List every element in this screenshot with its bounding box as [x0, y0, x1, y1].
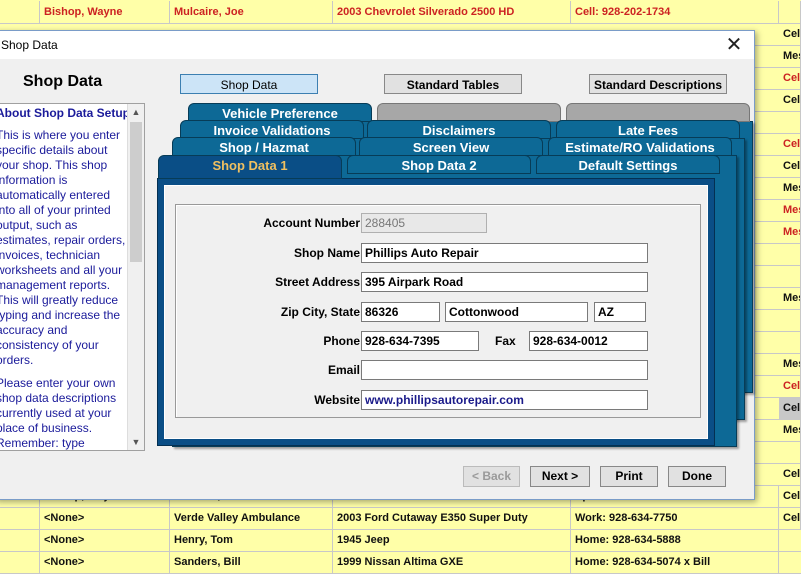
tab-shop-hazmat[interactable]: Shop / Hazmat	[172, 137, 356, 156]
table-cell	[779, 265, 801, 287]
table-cell: 2003 Ford Cutaway E350 Super Duty	[333, 507, 571, 529]
table-cell	[779, 243, 801, 265]
next-button[interactable]: Next >	[530, 466, 590, 487]
fax-label: Fax	[495, 334, 516, 348]
city-field[interactable]: Cottonwood	[445, 302, 588, 322]
shop-name-label: Shop Name	[293, 246, 360, 260]
table-cell: <None>	[40, 551, 170, 573]
help-pane: Shop Data About Shop Data Setup 1 This i…	[0, 59, 149, 499]
table-row[interactable]: Bishop, Wayne Mulcaire, Joe 2003 Chevrol…	[0, 1, 801, 24]
shop-name-field[interactable]: Phillips Auto Repair	[361, 243, 648, 263]
tab-shop-data-2[interactable]: Shop Data 2	[347, 155, 531, 174]
standard-tables-button[interactable]: Standard Tables	[384, 74, 522, 94]
done-button[interactable]: Done	[668, 466, 726, 487]
website-label: Website	[314, 393, 360, 407]
help-paragraph: This is where you enter specific details…	[0, 128, 126, 367]
help-paragraph: Please enter your own shop data descript…	[0, 376, 117, 450]
fax-field[interactable]: 928-634-0012	[529, 331, 648, 351]
table-cell	[0, 1, 40, 23]
table-cell	[0, 551, 40, 573]
table-row[interactable]: <None> Henry, Tom 1945 Jeep Home: 928-63…	[0, 529, 801, 552]
table-cell: Home: 928-634-5074 x Bill	[571, 551, 779, 573]
table-cell: Cel	[779, 23, 801, 45]
table-cell: Cel	[779, 133, 801, 155]
table-cell: Cel	[779, 155, 801, 177]
table-cell: Mulcaire, Joe	[170, 1, 333, 23]
help-text: This is where you enter specific details…	[0, 128, 128, 450]
table-cell: Cel	[779, 375, 801, 397]
table-cell: 1945 Jeep	[333, 529, 571, 551]
table-row[interactable]: <None> Sanders, Bill 1999 Nissan Altima …	[0, 551, 801, 574]
zip-city-state-label: Zip City, State	[280, 305, 360, 319]
help-box[interactable]: About Shop Data Setup 1 This is where yo…	[0, 103, 145, 451]
back-button[interactable]: < Back	[463, 466, 520, 487]
table-cell	[0, 507, 40, 529]
help-heading: About Shop Data Setup 1	[0, 106, 140, 120]
table-cell: Mes	[779, 45, 801, 67]
table-cell: Mes	[779, 353, 801, 375]
street-address-label: Street Address	[275, 275, 360, 289]
table-cell: Work: 928-634-7750	[571, 507, 779, 529]
street-address-field[interactable]: 395 Airpark Road	[361, 272, 648, 292]
title-bar[interactable]: Shop Data ✕	[0, 31, 754, 59]
tab-estimate-ro-validations[interactable]: Estimate/RO Validations	[548, 137, 732, 156]
table-cell	[779, 111, 801, 133]
table-cell: Home: 928-634-5888	[571, 529, 779, 551]
standard-descriptions-button[interactable]: Standard Descriptions	[589, 74, 727, 94]
account-number-label: Account Number	[263, 216, 360, 230]
table-cell: 2003 Chevrolet Silverado 2500 HD	[333, 1, 571, 23]
table-cell: Henry, Tom	[170, 529, 333, 551]
table-cell: 1999 Nissan Altima GXE	[333, 551, 571, 573]
table-cell: Mes	[779, 221, 801, 243]
close-icon[interactable]: ✕	[722, 33, 746, 57]
shop-data-button[interactable]: Shop Data	[180, 74, 318, 94]
table-cell: <None>	[40, 507, 170, 529]
phone-field[interactable]: 928-634-7395	[361, 331, 479, 351]
table-cell: Mes	[779, 287, 801, 309]
table-cell: Mes	[779, 199, 801, 221]
table-cell: Mes	[779, 419, 801, 441]
table-cell: Verde Valley Ambulance	[170, 507, 333, 529]
account-number-field: 288405	[361, 213, 487, 233]
table-cell	[0, 529, 40, 551]
table-cell: Cel	[779, 89, 801, 111]
table-cell	[779, 309, 801, 331]
scroll-up-icon[interactable]: ▲	[128, 104, 144, 120]
shop-data-dialog: Shop Data ✕ Shop Data About Shop Data Se…	[0, 30, 755, 500]
table-cell: <None>	[40, 529, 170, 551]
table-cell: Cell: 928-202-1734	[571, 1, 779, 23]
scroll-thumb[interactable]	[130, 122, 142, 262]
table-cell	[779, 1, 801, 23]
window-title: Shop Data	[1, 38, 58, 52]
website-field[interactable]: www.phillipsautorepair.com	[361, 390, 648, 410]
tab-default-settings[interactable]: Default Settings	[536, 155, 720, 174]
table-cell: Sanders, Bill	[170, 551, 333, 573]
panel-body: Account Number 288405 Shop Name Phillips…	[164, 185, 708, 439]
table-cell: Cel	[779, 463, 801, 485]
state-field[interactable]: AZ	[594, 302, 646, 322]
shop-info-group: Account Number 288405 Shop Name Phillips…	[175, 204, 701, 418]
zip-field[interactable]: 86326	[361, 302, 440, 322]
tab-shop-data-1[interactable]: Shop Data 1	[158, 155, 342, 179]
table-cell	[779, 331, 801, 353]
email-label: Email	[327, 363, 360, 377]
email-field[interactable]	[361, 360, 648, 380]
phone-label: Phone	[323, 334, 360, 348]
table-row[interactable]: <None> Verde Valley Ambulance 2003 Ford …	[0, 507, 801, 530]
table-cell: Cel	[779, 67, 801, 89]
table-cell: Mes	[779, 177, 801, 199]
print-button[interactable]: Print	[600, 466, 658, 487]
help-scrollbar[interactable]: ▲ ▼	[127, 104, 144, 450]
table-cell	[779, 441, 801, 463]
pane-title: Shop Data	[23, 73, 103, 90]
shop-data-1-panel: Account Number 288405 Shop Name Phillips…	[157, 178, 715, 446]
table-cell: Cel	[779, 397, 801, 419]
table-cell: Bishop, Wayne	[40, 1, 170, 23]
tab-screen-view[interactable]: Screen View	[359, 137, 543, 156]
scroll-down-icon[interactable]: ▼	[128, 434, 144, 450]
